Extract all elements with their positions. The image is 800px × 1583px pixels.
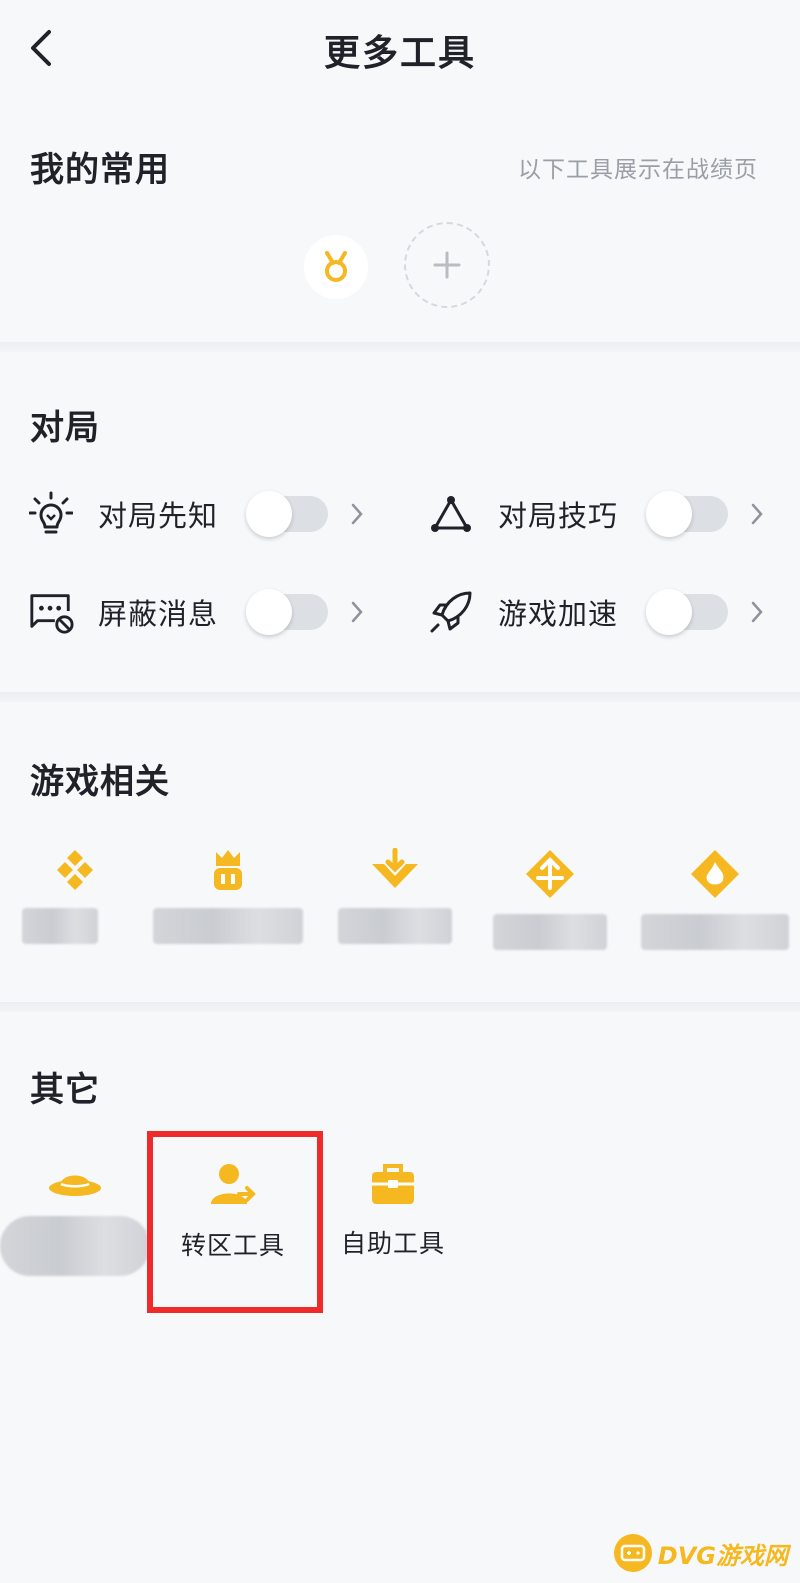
speedup-toggle[interactable]	[646, 589, 728, 635]
foresight-toggle[interactable]	[246, 491, 328, 537]
favorites-hint: 以下工具展示在战绩页	[518, 157, 758, 183]
diamond-cluster-icon	[57, 850, 93, 890]
gamepad-icon	[613, 1534, 652, 1572]
tips-chevron[interactable]	[750, 499, 768, 529]
match-item-tips: 对局技巧	[428, 484, 768, 544]
watermark: DVG游戏网	[613, 1533, 788, 1573]
add-favorite-button[interactable]	[404, 222, 490, 308]
favorite-tool-medal[interactable]	[304, 235, 368, 299]
blurred-label	[641, 914, 789, 950]
chevron-right-icon	[751, 503, 763, 525]
tips-toggle[interactable]	[646, 491, 728, 537]
match-item-label: 对局先知	[98, 499, 219, 533]
fire-diamond-icon	[691, 850, 739, 898]
medal-icon	[325, 251, 347, 282]
blurred-label	[493, 914, 607, 950]
match-item-speedup: 游戏加速	[428, 582, 768, 642]
blurred-label	[338, 908, 452, 944]
game-tool-5[interactable]	[640, 848, 790, 958]
page-title: 更多工具	[323, 33, 476, 74]
other-tool-self-service[interactable]: 自助工具	[318, 1162, 468, 1260]
message-block-icon	[28, 589, 74, 635]
game-related-title: 游戏相关	[30, 762, 170, 802]
match-title: 对局	[30, 408, 100, 448]
game-tool-4[interactable]	[475, 848, 625, 958]
lightbulb-icon	[28, 491, 74, 537]
toggle-knob	[646, 491, 692, 537]
match-item-label: 屏蔽消息	[98, 597, 219, 631]
game-tool-3[interactable]	[320, 848, 470, 958]
other-tool-hat[interactable]	[0, 1168, 150, 1276]
blurred-label	[0, 1216, 150, 1276]
arrow-diamond-icon	[526, 850, 574, 898]
chevron-right-icon	[351, 601, 363, 623]
watermark-text: DVG游戏网	[657, 1541, 788, 1570]
section-divider	[0, 1002, 800, 1012]
match-item-block-messages: 屏蔽消息	[28, 582, 368, 642]
chevron-right-icon	[751, 601, 763, 623]
foresight-chevron[interactable]	[350, 499, 368, 529]
game-tool-2[interactable]	[153, 848, 303, 958]
favorites-title: 我的常用	[30, 150, 170, 190]
triangle-nodes-icon	[428, 491, 474, 537]
other-tool-label: 自助工具	[340, 1229, 445, 1258]
block-messages-chevron[interactable]	[350, 597, 368, 627]
match-item-foresight: 对局先知	[28, 484, 368, 544]
toggle-knob	[246, 491, 292, 537]
highlight-box	[147, 1131, 323, 1313]
hat-icon	[49, 1175, 101, 1196]
toggle-knob	[246, 589, 292, 635]
back-button[interactable]	[26, 28, 56, 68]
game-tool-1[interactable]	[0, 848, 150, 958]
block-messages-toggle[interactable]	[246, 589, 328, 635]
header: 更多工具	[0, 0, 800, 100]
section-divider	[0, 692, 800, 702]
blurred-label	[153, 908, 303, 944]
toolbox-icon	[372, 1164, 414, 1204]
plus-icon	[433, 251, 461, 279]
others-title: 其它	[30, 1070, 100, 1110]
arrow-down-badge-icon	[372, 848, 418, 888]
chevron-right-icon	[351, 503, 363, 525]
blurred-label	[22, 908, 98, 944]
match-item-label: 游戏加速	[498, 597, 619, 631]
hero-icon	[214, 850, 242, 890]
rocket-icon	[428, 589, 474, 635]
toggle-knob	[646, 589, 692, 635]
match-item-label: 对局技巧	[498, 499, 619, 533]
chevron-left-icon	[31, 30, 51, 66]
section-divider	[0, 342, 800, 352]
speedup-chevron[interactable]	[750, 597, 768, 627]
